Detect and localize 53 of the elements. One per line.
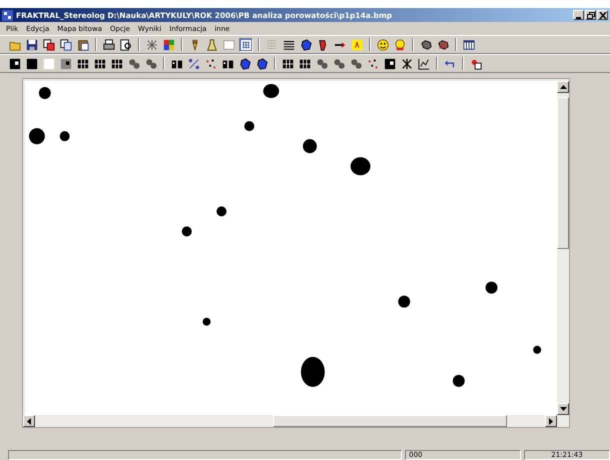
scrollbar-thumb[interactable] — [273, 415, 507, 427]
pages-icon[interactable] — [42, 38, 56, 52]
color-cube-icon[interactable] — [162, 38, 176, 52]
blob-icon[interactable] — [299, 38, 313, 52]
restore-icon — [586, 12, 594, 18]
blobs-icon[interactable] — [315, 56, 329, 70]
vertical-scrollbar[interactable] — [557, 81, 569, 415]
pin-icon[interactable] — [469, 56, 483, 70]
blob-icon[interactable] — [255, 56, 269, 70]
cells-icon[interactable] — [76, 56, 90, 70]
left-arrow-icon — [27, 418, 31, 424]
scatter-icon[interactable] — [204, 56, 218, 70]
cells-icon[interactable] — [110, 56, 124, 70]
table-icon[interactable] — [462, 38, 476, 52]
letter-tile-icon[interactable] — [350, 38, 364, 52]
close-icon — [598, 12, 606, 18]
inverted-square-icon[interactable] — [383, 56, 397, 70]
scroll-right-button[interactable] — [545, 415, 557, 427]
clipboard-icon[interactable] — [76, 38, 90, 52]
smiley-icon[interactable] — [376, 38, 390, 52]
scroll-left-button[interactable] — [23, 415, 35, 427]
shaded-square-icon[interactable] — [59, 56, 73, 70]
pages-icon[interactable] — [59, 38, 73, 52]
cells-icon[interactable] — [93, 56, 107, 70]
scroll-up-button[interactable] — [557, 81, 569, 93]
inverted-square-icon[interactable] — [8, 56, 22, 70]
grid-icon[interactable] — [239, 38, 253, 52]
blob-icon[interactable] — [238, 56, 252, 70]
right-arrow-icon — [549, 418, 553, 424]
scroll-down-button[interactable] — [557, 403, 569, 415]
minimize-button[interactable] — [573, 10, 584, 20]
filled-square-icon[interactable] — [25, 56, 39, 70]
cells-icon[interactable] — [298, 56, 312, 70]
percent-icon[interactable] — [187, 56, 201, 70]
restore-button[interactable] — [585, 10, 596, 20]
cross-icon[interactable] — [400, 56, 414, 70]
printer-icon[interactable] — [102, 38, 116, 52]
close-button[interactable] — [597, 10, 608, 20]
blobs-icon[interactable] — [349, 56, 363, 70]
horizontal-scrollbar[interactable] — [23, 415, 569, 427]
disk-icon[interactable] — [25, 38, 39, 52]
app-icon — [2, 10, 13, 20]
chart-icon[interactable] — [417, 56, 431, 70]
scrollbar-thumb[interactable] — [557, 97, 569, 249]
blobs-icon[interactable] — [127, 56, 141, 70]
preview-icon[interactable] — [119, 38, 133, 52]
scatter-icon[interactable] — [366, 56, 380, 70]
cells-icon[interactable] — [281, 56, 295, 70]
flask-icon[interactable] — [205, 38, 219, 52]
down-arrow-icon — [560, 407, 566, 411]
blobs-icon[interactable] — [332, 56, 346, 70]
blobs-icon[interactable] — [144, 56, 158, 70]
up-arrow-icon — [560, 85, 566, 89]
